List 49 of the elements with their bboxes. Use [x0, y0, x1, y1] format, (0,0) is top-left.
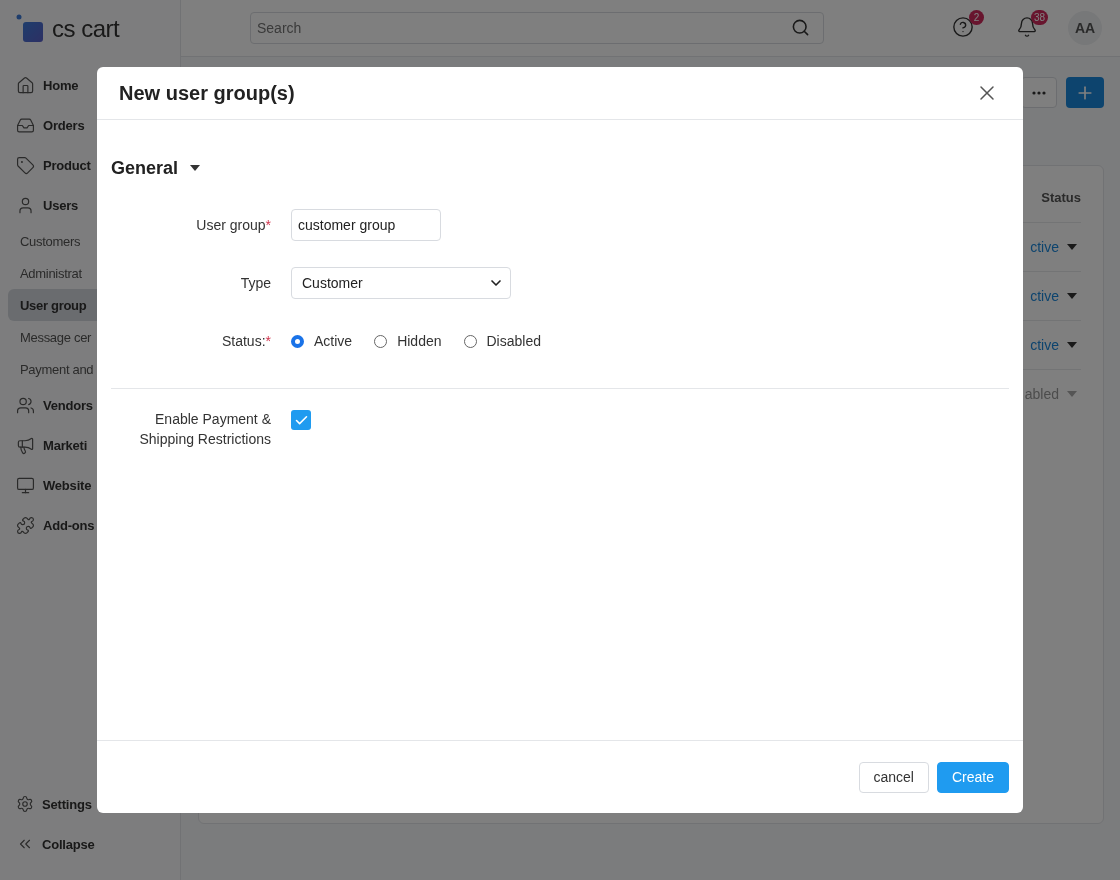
search-icon[interactable]	[791, 18, 810, 37]
dialog-title: New user group(s)	[119, 81, 295, 105]
caret-icon	[1067, 293, 1077, 299]
user-avatar[interactable]: AA	[1068, 11, 1102, 45]
radio-option[interactable]: Disabled	[463, 333, 541, 349]
search-field[interactable]: Search	[250, 12, 824, 44]
sidebar-item[interactable]: Collapse	[8, 824, 180, 864]
column-header: Status	[1041, 190, 1081, 207]
count-badge: 38	[1030, 10, 1048, 25]
people-icon	[16, 395, 35, 415]
field-label: Status:*	[220, 332, 271, 351]
radio-button[interactable]	[374, 334, 388, 348]
type-select[interactable]: Customer	[291, 267, 511, 299]
house-icon	[16, 75, 35, 95]
sidebar-item[interactable]: Orders	[8, 105, 180, 145]
ellipsis-icon	[1032, 90, 1046, 95]
text-field[interactable]: customer group	[291, 209, 441, 241]
megaphone-icon	[16, 435, 35, 455]
radio-button[interactable]	[463, 334, 477, 348]
tag-icon	[16, 155, 35, 175]
status-dropdown[interactable]: ctive	[1030, 239, 1059, 255]
gear-icon	[16, 795, 34, 813]
puzzle-icon	[16, 515, 35, 535]
cancel-button[interactable]: cancel	[858, 761, 929, 793]
status-dropdown[interactable]: ctive	[1030, 288, 1059, 304]
logo-text: cs cart	[52, 14, 120, 43]
field-label: User group*	[195, 216, 271, 235]
radio-option[interactable]: Hidden	[374, 333, 442, 349]
section-title[interactable]: General	[111, 157, 179, 179]
count-badge: 2	[969, 10, 984, 25]
create-button[interactable]: Create	[936, 761, 1009, 793]
field-label: Type	[239, 274, 271, 293]
sidebar-item[interactable]: Users	[8, 185, 180, 225]
radio-button[interactable]	[291, 334, 304, 348]
status-dropdown[interactable]: ctive	[1030, 337, 1059, 353]
caret-icon	[1067, 342, 1077, 348]
more-button[interactable]	[1021, 77, 1057, 108]
sidebar-item[interactable]: Add-ons	[8, 505, 180, 545]
help-icon[interactable]	[952, 16, 974, 38]
checkbox[interactable]	[291, 410, 311, 430]
monitor-icon	[16, 475, 35, 495]
radio-option[interactable]: Active	[291, 333, 353, 349]
sidebar-item[interactable]: Website	[8, 465, 180, 505]
caret-icon	[1067, 391, 1077, 397]
field-label: Enable Payment & Shipping Restrictions	[138, 410, 271, 449]
logo-icon	[16, 13, 46, 44]
person-icon	[16, 195, 35, 215]
sidebar-item[interactable]: Settings	[8, 784, 180, 824]
caret-icon	[1067, 244, 1077, 250]
